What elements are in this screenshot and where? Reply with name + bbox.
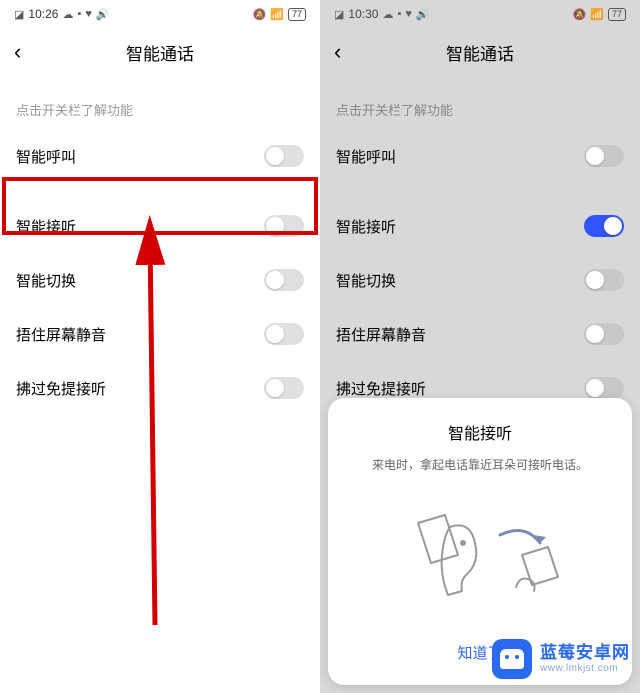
section-hint: 点击开关栏了解功能: [0, 76, 320, 129]
sheet-title: 智能接听: [348, 420, 612, 444]
status-icon-app: ▪: [397, 8, 401, 20]
row-wave-answer[interactable]: 拂过免提接听: [0, 361, 320, 415]
row-label: 智能呼叫: [336, 146, 396, 167]
row-smart-call[interactable]: 智能呼叫: [320, 129, 640, 183]
toggle-smart-answer[interactable]: [264, 215, 304, 237]
status-icon-app: ▪: [77, 8, 81, 20]
toggle-smart-switch[interactable]: [264, 269, 304, 291]
header-left: ‹ 智能通话: [0, 28, 320, 76]
back-button[interactable]: ‹: [334, 39, 341, 65]
sheet-description: 来电时，拿起电话靠近耳朵可接听电话。: [348, 456, 612, 473]
status-icon-cloud: ☁: [382, 8, 393, 21]
toggle-smart-call[interactable]: [584, 145, 624, 167]
page-title: 智能通话: [126, 40, 194, 65]
status-bar-right: ◪ 10:30 ☁ ▪ ♥ 🔊 🔕 📶 77: [320, 0, 640, 28]
toggle-cover-mute[interactable]: [264, 323, 304, 345]
toggle-wave-answer[interactable]: [584, 377, 624, 399]
header-right: ‹ 智能通话: [320, 28, 640, 76]
phone-right: ◪ 10:30 ☁ ▪ ♥ 🔊 🔕 📶 77 ‹ 智能通话 点击开关栏了解功能 …: [320, 0, 640, 693]
row-smart-call[interactable]: 智能呼叫: [0, 129, 320, 183]
status-time: 10:30: [348, 7, 378, 21]
status-time: 10:26: [28, 7, 58, 21]
watermark: 蓝莓安卓网 www.lmkjst.com: [492, 639, 630, 679]
row-label: 智能接听: [16, 216, 76, 237]
row-label: 捂住屏幕静音: [16, 324, 106, 345]
watermark-icon: [492, 639, 532, 679]
status-icon-volume: 🔊: [416, 8, 430, 21]
row-smart-answer[interactable]: 智能接听: [0, 199, 320, 253]
watermark-url: www.lmkjst.com: [540, 663, 630, 675]
status-bar-left: ◪ 10:26 ☁ ▪ ♥ 🔊 🔕 📶 77: [0, 0, 320, 28]
row-smart-switch[interactable]: 智能切换: [0, 253, 320, 307]
phone-left: ◪ 10:26 ☁ ▪ ♥ 🔊 🔕 📶 77 ‹ 智能通话 点击开关栏了解功能 …: [0, 0, 320, 693]
back-button[interactable]: ‹: [14, 39, 21, 65]
row-label: 智能切换: [336, 270, 396, 291]
status-icon-cloud: ☁: [62, 8, 73, 21]
status-icon-heart: ♥: [405, 8, 412, 20]
toggle-smart-call[interactable]: [264, 145, 304, 167]
row-cover-mute[interactable]: 捂住屏幕静音: [320, 307, 640, 361]
row-label: 智能接听: [336, 216, 396, 237]
battery-indicator: 77: [608, 8, 626, 21]
toggle-smart-switch[interactable]: [584, 269, 624, 291]
row-smart-switch[interactable]: 智能切换: [320, 253, 640, 307]
status-icon-wifi: 📶: [270, 8, 284, 21]
row-label: 智能切换: [16, 270, 76, 291]
row-label: 捂住屏幕静音: [336, 324, 426, 345]
toggle-smart-answer[interactable]: [584, 215, 624, 237]
row-cover-mute[interactable]: 捂住屏幕静音: [0, 307, 320, 361]
row-smart-answer[interactable]: 智能接听: [320, 199, 640, 253]
status-icon-wifi: 📶: [590, 8, 604, 21]
row-label: 拂过免提接听: [336, 378, 426, 399]
watermark-title: 蓝莓安卓网: [540, 643, 630, 663]
page-title: 智能通话: [446, 40, 514, 65]
status-icon-heart: ♥: [85, 8, 92, 20]
status-icon-generic: ◪: [334, 8, 344, 21]
status-icon-generic: ◪: [14, 8, 24, 21]
toggle-wave-answer[interactable]: [264, 377, 304, 399]
toggle-cover-mute[interactable]: [584, 323, 624, 345]
status-icon-dnd: 🔕: [573, 8, 587, 21]
row-label: 拂过免提接听: [16, 378, 106, 399]
illustration-phone-to-ear: [390, 505, 570, 615]
row-label: 智能呼叫: [16, 146, 76, 167]
status-icon-dnd: 🔕: [253, 8, 267, 21]
status-icon-volume: 🔊: [96, 8, 110, 21]
section-hint: 点击开关栏了解功能: [320, 76, 640, 129]
battery-indicator: 77: [288, 8, 306, 21]
